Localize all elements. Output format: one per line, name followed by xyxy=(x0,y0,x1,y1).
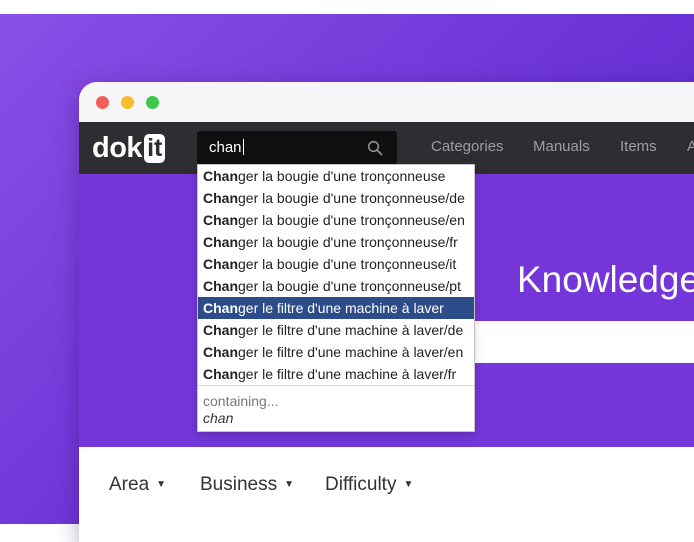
filter-area-dropdown[interactable]: Area ▼ xyxy=(109,473,166,497)
suggestion-item[interactable]: Changer la bougie d'une tronçonneuse/fr xyxy=(198,231,474,253)
filter-business-label: Business xyxy=(200,474,278,495)
suggestion-item-active[interactable]: Changer le filtre d'une machine à laver xyxy=(198,297,474,319)
suggestion-text: ger le filtre d'une machine à laver/en xyxy=(238,344,464,360)
suggestion-item[interactable]: Changer la bougie d'une tronçonneuse/it xyxy=(198,253,474,275)
filter-area-label: Area xyxy=(109,474,150,495)
caret-down-icon: ▼ xyxy=(284,479,295,490)
close-window-button[interactable] xyxy=(96,96,109,109)
suggestion-item[interactable]: Changer le filtre d'une machine à laver/… xyxy=(198,341,474,363)
autocomplete-dropdown: Changer la bougie d'une tronçonneuse Cha… xyxy=(197,164,475,432)
suggestion-match: Chan xyxy=(203,322,238,338)
suggestion-match: Chan xyxy=(203,344,238,360)
nav-item-truncated[interactable]: A xyxy=(687,137,694,157)
filter-difficulty-dropdown[interactable]: Difficulty ▼ xyxy=(325,473,413,497)
containing-query[interactable]: chan xyxy=(203,409,233,427)
suggestion-match: Chan xyxy=(203,234,238,250)
suggestion-item[interactable]: Changer le filtre d'une machine à laver/… xyxy=(198,319,474,341)
suggestion-text: ger le filtre d'une machine à laver/fr xyxy=(238,366,457,382)
hero-title: Knowledge xyxy=(517,259,694,300)
suggestion-item[interactable]: Changer la bougie d'une tronçonneuse/de xyxy=(198,187,474,209)
suggestion-match: Chan xyxy=(203,366,238,382)
suggestion-text: ger la bougie d'une tronçonneuse xyxy=(238,168,446,184)
filter-difficulty-label: Difficulty xyxy=(325,474,397,495)
suggestion-item[interactable]: Changer le filtre d'une machine à laver/… xyxy=(198,363,474,385)
minimize-window-button[interactable] xyxy=(121,96,134,109)
logo-box: it xyxy=(144,133,166,163)
suggestion-text: ger la bougie d'une tronçonneuse/fr xyxy=(238,234,458,250)
window-titlebar xyxy=(79,82,694,122)
suggestion-match: Chan xyxy=(203,190,238,206)
caret-down-icon: ▼ xyxy=(156,479,167,490)
suggestion-text: ger le filtre d'une machine à laver/de xyxy=(238,322,464,338)
search-input-value: chan xyxy=(209,139,242,156)
suggestion-match: Chan xyxy=(203,168,238,184)
nav-item-categories[interactable]: Categories xyxy=(431,137,504,157)
hero-search-bar[interactable] xyxy=(471,321,694,363)
suggestion-text: ger la bougie d'une tronçonneuse/de xyxy=(238,190,465,206)
filter-bar: Area ▼ Business ▼ Difficulty ▼ xyxy=(79,447,694,542)
search-box[interactable]: chan xyxy=(197,131,397,165)
logo-text: dok xyxy=(92,132,143,164)
suggestion-match: Chan xyxy=(203,212,238,228)
dokit-logo[interactable]: dok it xyxy=(92,132,166,164)
suggestion-match: Chan xyxy=(203,256,238,272)
suggestion-item[interactable]: Changer la bougie d'une tronçonneuse xyxy=(198,165,474,187)
containing-label[interactable]: containing... xyxy=(203,392,279,410)
filter-business-dropdown[interactable]: Business ▼ xyxy=(200,473,294,497)
suggestion-match: Chan xyxy=(203,278,238,294)
suggestion-text: ger la bougie d'une tronçonneuse/pt xyxy=(238,278,461,294)
maximize-window-button[interactable] xyxy=(146,96,159,109)
dropdown-divider xyxy=(198,385,474,386)
caret-down-icon: ▼ xyxy=(403,479,414,490)
suggestion-text: ger la bougie d'une tronçonneuse/it xyxy=(238,256,457,272)
suggestion-match: Chan xyxy=(203,300,238,316)
nav-item-items[interactable]: Items xyxy=(620,137,657,157)
nav-item-manuals[interactable]: Manuals xyxy=(533,137,590,157)
suggestion-item[interactable]: Changer la bougie d'une tronçonneuse/en xyxy=(198,209,474,231)
text-caret xyxy=(242,139,244,155)
suggestion-text: ger le filtre d'une machine à laver xyxy=(238,300,444,316)
suggestion-item[interactable]: Changer la bougie d'une tronçonneuse/pt xyxy=(198,275,474,297)
suggestion-text: ger la bougie d'une tronçonneuse/en xyxy=(238,212,465,228)
search-input[interactable]: chan xyxy=(209,138,244,158)
search-icon[interactable] xyxy=(367,140,383,156)
